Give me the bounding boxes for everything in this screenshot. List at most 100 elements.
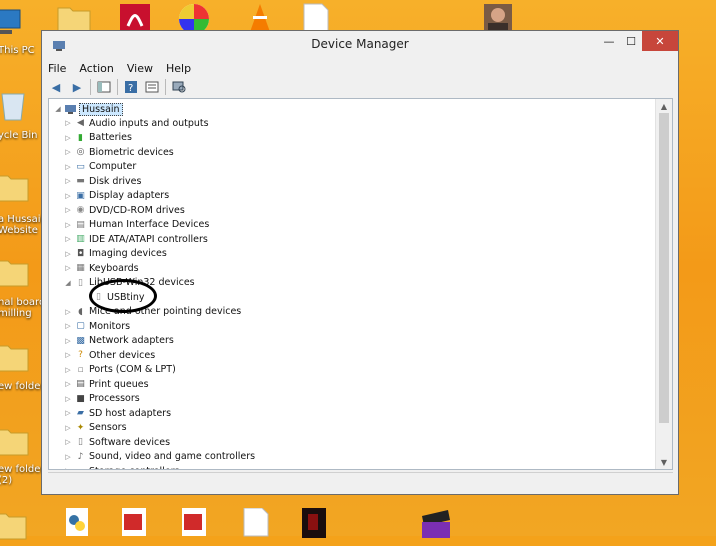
tree-item-label: Batteries [89,132,132,143]
tree-item[interactable]: ▷ ◀ Audio inputs and outputs [63,116,208,130]
tree-item[interactable]: ▷ ▤ Human Interface Devices [63,218,209,232]
video-thumbnail-icon[interactable] [296,508,336,542]
tree-item[interactable]: ▷ ▬ Disk drives [63,174,141,188]
document-icon[interactable] [236,507,276,542]
vertical-scrollbar[interactable]: ▲ ▼ [655,99,672,469]
ide-icon: ▥ [76,234,85,244]
tree-item[interactable]: ▷ ▦ Keyboards [63,261,138,275]
expand-arrow-icon[interactable]: ▷ [63,438,73,446]
expand-arrow-icon[interactable]: ▷ [63,322,73,330]
expand-arrow-icon[interactable]: ▷ [63,366,73,374]
this-pc-icon[interactable] [0,6,28,40]
folder-icon[interactable] [0,424,32,458]
expand-arrow-icon[interactable]: ▷ [63,453,73,461]
tree-item[interactable]: ▷▬Storage controllers [63,464,179,470]
recycle-bin-icon[interactable] [0,88,36,122]
tree-item[interactable]: ▷ ▩ Network adapters [63,334,174,348]
desktop-icon-label: ycle Bin [0,130,38,141]
camera-icon: ◘ [76,248,85,259]
status-bar [48,472,673,493]
expand-arrow-icon[interactable]: ▷ [63,148,73,156]
hid-icon: ▤ [76,219,85,230]
tree-item[interactable]: ▷ ▣ Display adapters [63,189,169,203]
tree-item-label: Storage controllers [89,466,179,470]
expand-arrow-icon[interactable]: ▷ [63,424,73,432]
expand-arrow-icon[interactable]: ▷ [63,409,73,417]
python-file-icon[interactable] [58,508,98,542]
tree-item[interactable]: ▷ ▯ Software devices [63,435,170,449]
expand-arrow-icon[interactable]: ▷ [63,177,73,185]
expand-arrow-icon[interactable]: ▷ [63,134,73,142]
menu-file[interactable]: File [48,62,66,75]
media-player-icon[interactable] [416,508,456,542]
menu-help[interactable]: Help [166,62,191,75]
folder-icon[interactable] [0,340,32,374]
collapse-arrow-icon[interactable]: ◢ [53,105,63,113]
printer-icon: ▤ [76,379,85,389]
expand-arrow-icon[interactable]: ▷ [63,221,73,229]
scan-hardware-icon[interactable] [171,80,187,94]
device-manager-window: Device Manager — ☐ ✕ File Action View He… [41,30,679,495]
usb-device-icon: ▯ [78,277,83,288]
highlight-circle [89,279,157,313]
tree-item[interactable]: ▷ ✦ Sensors [63,421,126,435]
folder-icon[interactable] [0,170,32,204]
back-arrow-icon[interactable]: ◀ [48,80,64,94]
tree-item[interactable]: ▷ ◖ Mice and other pointing devices [63,305,241,319]
tree-item[interactable]: ▷ ◘ Imaging devices [63,247,166,261]
folder-icon[interactable] [0,255,32,289]
tree-item[interactable]: ▷ ▭ Computer [63,160,136,174]
computer-icon [65,104,76,115]
tree-item[interactable]: ▷ ▤ Print queues [63,377,148,391]
menu-action[interactable]: Action [79,62,113,75]
speaker-icon: ◀ [77,118,84,128]
tree-item-label: Monitors [89,320,131,332]
properties-icon[interactable] [144,80,160,94]
tree-item-label: Sound, video and game controllers [89,451,256,462]
collapse-arrow-icon[interactable]: ◢ [63,279,73,287]
title-bar[interactable]: Device Manager — ☐ ✕ [42,31,678,59]
close-button[interactable]: ✕ [642,31,678,51]
tree-item[interactable]: ▷ ▥ IDE ATA/ATAPI controllers [63,232,208,246]
folder-icon[interactable] [0,508,30,542]
minimize-button[interactable]: — [598,31,620,51]
tree-item[interactable]: ▷ ▢ Monitors [63,319,130,333]
show-hide-console-icon[interactable] [96,80,112,94]
expand-arrow-icon[interactable]: ▷ [63,337,73,345]
expand-arrow-icon[interactable]: ▷ [63,264,73,272]
menu-view[interactable]: View [127,62,153,75]
expand-arrow-icon[interactable]: ▷ [63,235,73,243]
pdf-file-icon[interactable] [174,508,214,542]
expand-arrow-icon[interactable]: ▷ [63,192,73,200]
expand-arrow-icon[interactable]: ▷ [63,395,73,403]
tree-root[interactable]: ◢ Hussain [53,102,123,116]
expand-arrow-icon[interactable]: ▷ [63,119,73,127]
expand-arrow-icon[interactable]: ▷ [63,308,73,316]
expand-arrow-icon[interactable]: ▷ [63,351,73,359]
scroll-up-icon[interactable]: ▲ [656,99,672,113]
tree-item[interactable]: ▷ ▫ Ports (COM & LPT) [63,363,176,377]
tree-item[interactable]: ▷? Other devices [63,348,155,362]
pdf-file-icon[interactable] [114,508,154,542]
tree-item[interactable]: ▷ ◉ DVD/CD-ROM drives [63,203,185,217]
processor-icon: ■ [76,393,85,404]
mouse-icon: ◖ [78,306,83,317]
expand-arrow-icon[interactable]: ▷ [63,163,73,171]
help-icon[interactable]: ? [123,80,139,94]
tree-item[interactable]: ▷ ▰ SD host adapters [63,406,171,420]
maximize-button[interactable]: ☐ [620,31,642,51]
sd-card-icon: ▰ [77,408,84,418]
tree-item-label: Human Interface Devices [89,219,210,230]
scroll-down-icon[interactable]: ▼ [656,455,672,469]
expand-arrow-icon[interactable]: ▷ [63,250,73,258]
tree-item[interactable]: ▷ ■ Processors [63,392,139,406]
tree-item[interactable]: ▷ ◎ Biometric devices [63,145,173,159]
tree-item[interactable]: ▷ ▮ Batteries [63,131,132,145]
expand-arrow-icon[interactable]: ▷ [63,467,73,469]
expand-arrow-icon[interactable]: ▷ [63,206,73,214]
expand-arrow-icon[interactable]: ▷ [63,380,73,388]
scrollbar-thumb[interactable] [659,113,669,423]
tree-item[interactable]: ▷ ♪ Sound, video and game controllers [63,450,255,464]
desktop-icon-label: ew folder [0,381,45,392]
forward-arrow-icon[interactable]: ▶ [69,80,85,94]
